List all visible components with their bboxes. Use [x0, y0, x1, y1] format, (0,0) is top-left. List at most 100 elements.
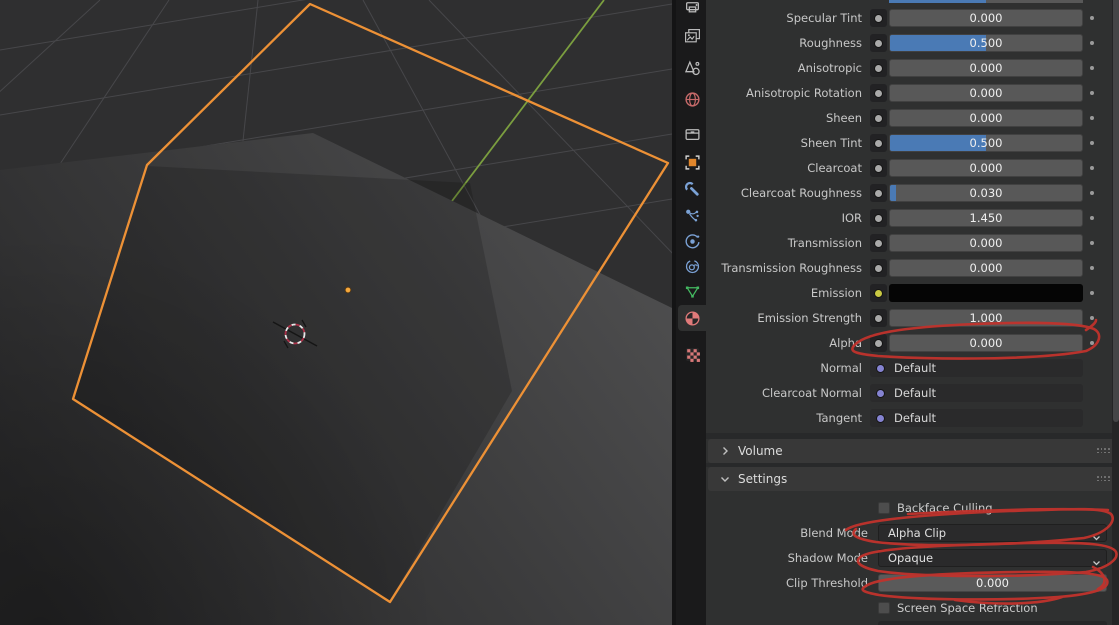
- field-value: Default: [894, 410, 936, 427]
- decorator-dot[interactable]: [1090, 316, 1094, 320]
- tangent-input-field[interactable]: Default: [870, 409, 1083, 427]
- roughness-slider[interactable]: 0.500: [889, 34, 1083, 52]
- tab-material-properties[interactable]: [678, 305, 706, 331]
- alpha-slider[interactable]: 0.000: [889, 334, 1083, 352]
- tab-world-properties[interactable]: [679, 86, 705, 112]
- tab-particles-properties[interactable]: [679, 202, 705, 228]
- tab-constraints-properties[interactable]: [679, 253, 705, 279]
- vector-socket-icon[interactable]: [876, 364, 885, 373]
- modifiers-icon: [684, 181, 701, 198]
- socket-button[interactable]: [870, 9, 887, 27]
- decorator-dot[interactable]: [1090, 91, 1094, 95]
- property-label: Anisotropic: [706, 59, 862, 77]
- field-value: 0.000: [890, 235, 1082, 251]
- backface-culling-checkbox[interactable]: [878, 502, 890, 514]
- socket-button[interactable]: [870, 259, 887, 277]
- socket-button[interactable]: [870, 34, 887, 52]
- decorator-dot[interactable]: [1090, 166, 1094, 170]
- socket-button[interactable]: [870, 284, 887, 302]
- gray-socket-icon: [874, 189, 883, 198]
- socket-button[interactable]: [870, 109, 887, 127]
- decorator-dot[interactable]: [1090, 191, 1094, 195]
- decorator-dot[interactable]: [1090, 116, 1094, 120]
- socket-button[interactable]: [870, 159, 887, 177]
- property-label: Clearcoat: [706, 159, 862, 177]
- socket-button[interactable]: [870, 134, 887, 152]
- field-value: 1.450: [890, 210, 1082, 226]
- object-icon: [684, 154, 701, 171]
- normal-input-field[interactable]: Default: [870, 359, 1083, 377]
- object-origin-dot[interactable]: [345, 287, 351, 293]
- specular-tint-slider[interactable]: 0.000: [889, 9, 1083, 27]
- socket-button[interactable]: [870, 59, 887, 77]
- decorator-dot[interactable]: [1090, 216, 1094, 220]
- screen-space-refraction-checkbox[interactable]: [878, 602, 890, 614]
- clearcoat-normal-input-field[interactable]: Default: [870, 384, 1083, 402]
- tab-object-properties[interactable]: [679, 149, 705, 175]
- drag-handle-icon[interactable]: [1097, 448, 1110, 454]
- anisotropic-rotation-slider[interactable]: 0.000: [889, 84, 1083, 102]
- tab-collection-properties[interactable]: [679, 120, 705, 146]
- transmission-roughness-slider[interactable]: 0.000: [889, 259, 1083, 277]
- drag-handle-icon[interactable]: [1097, 476, 1110, 482]
- sheen-slider[interactable]: 0.000: [889, 109, 1083, 127]
- decorator-dot[interactable]: [1090, 341, 1094, 345]
- volume-panel-header[interactable]: Volume: [708, 439, 1118, 463]
- backface-culling-label: Backface Culling: [897, 501, 993, 515]
- field-value: 0.000: [890, 160, 1082, 176]
- clip-threshold-value: 0.000: [976, 576, 1009, 590]
- sheen-tint-slider[interactable]: 0.500: [889, 134, 1083, 152]
- emission-color-swatch[interactable]: [889, 284, 1083, 302]
- partial-bottom-field[interactable]: [878, 621, 1107, 625]
- tab-physics-properties[interactable]: [679, 228, 705, 254]
- ior-slider[interactable]: 1.450: [889, 209, 1083, 227]
- decorator-dot[interactable]: [1090, 41, 1094, 45]
- anisotropic-slider[interactable]: 0.000: [889, 59, 1083, 77]
- socket-button[interactable]: [870, 184, 887, 202]
- socket-button[interactable]: [870, 209, 887, 227]
- decorator-dot[interactable]: [1090, 266, 1094, 270]
- tab-scene-properties[interactable]: [679, 55, 705, 81]
- decorator-dot[interactable]: [1090, 241, 1094, 245]
- field-value: 1.000: [890, 310, 1082, 326]
- settings-panel-header[interactable]: Settings: [708, 467, 1118, 491]
- blend-mode-dropdown[interactable]: Alpha Clip: [878, 524, 1107, 542]
- shadow-mode-dropdown[interactable]: Opaque: [878, 549, 1107, 567]
- panel-scrollbar-thumb[interactable]: [1113, 0, 1119, 422]
- socket-button[interactable]: [870, 334, 887, 352]
- tab-output-properties[interactable]: [679, 0, 705, 19]
- tab-modifiers-properties[interactable]: [679, 176, 705, 202]
- decorator-dot[interactable]: [1090, 291, 1094, 295]
- yellow-socket-icon: [874, 289, 883, 298]
- gray-socket-icon: [874, 164, 883, 173]
- tab-view-layer-properties[interactable]: [679, 23, 705, 49]
- gray-socket-icon: [874, 214, 883, 223]
- clip-threshold-field[interactable]: 0.000: [878, 574, 1107, 592]
- shadow-mode-label: Shadow Mode: [706, 549, 868, 567]
- partial-top-slider[interactable]: [889, 0, 1083, 3]
- field-value: 0.000: [890, 110, 1082, 126]
- properties-tab-strip: [676, 0, 706, 625]
- clip-threshold-label: Clip Threshold: [706, 574, 868, 592]
- socket-button[interactable]: [870, 84, 887, 102]
- tab-object-data-properties[interactable]: [679, 278, 705, 304]
- decorator-dot[interactable]: [1090, 16, 1094, 20]
- gray-socket-icon: [874, 339, 883, 348]
- decorator-dot[interactable]: [1090, 141, 1094, 145]
- vector-socket-icon[interactable]: [876, 389, 885, 398]
- decorator-dot[interactable]: [1090, 66, 1094, 70]
- socket-button[interactable]: [870, 309, 887, 327]
- material-icon: [684, 310, 701, 327]
- transmission-slider[interactable]: 0.000: [889, 234, 1083, 252]
- vector-socket-icon[interactable]: [876, 414, 885, 423]
- tab-texture-properties[interactable]: [679, 341, 705, 367]
- property-label: IOR: [706, 209, 862, 227]
- corner-shade: [0, 170, 676, 625]
- clearcoat-roughness-slider[interactable]: 0.030: [889, 184, 1083, 202]
- emission-strength-slider[interactable]: 1.000: [889, 309, 1083, 327]
- viewport-3d[interactable]: [0, 0, 676, 625]
- socket-button[interactable]: [870, 234, 887, 252]
- field-value: 0.030: [890, 185, 1082, 201]
- property-label: Normal: [706, 359, 862, 377]
- clearcoat-slider[interactable]: 0.000: [889, 159, 1083, 177]
